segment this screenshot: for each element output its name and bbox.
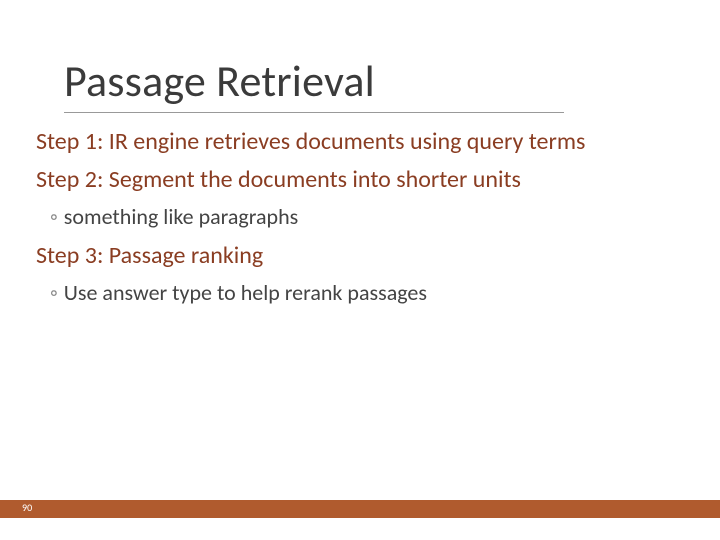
step-3: Step 3: Passage ranking <box>36 241 684 271</box>
bullet-icon: ◦ <box>50 203 58 230</box>
step-3-sub: ◦Use answer type to help rerank passages <box>50 279 684 307</box>
step-3-sub-text: Use answer type to help rerank passages <box>64 279 427 306</box>
footer-accent-bar <box>0 500 720 518</box>
step-1: Step 1: IR engine retrieves documents us… <box>36 127 684 157</box>
slide-title: Passage Retrieval <box>64 54 564 113</box>
step-2: Step 2: Segment the documents into short… <box>36 165 684 195</box>
step-2-sub-text: something like paragraphs <box>64 203 298 230</box>
slide-container: Passage Retrieval Step 1: IR engine retr… <box>0 0 720 540</box>
page-number: 90 <box>22 501 32 514</box>
step-2-sub: ◦something like paragraphs <box>50 203 684 231</box>
bullet-icon: ◦ <box>50 279 58 306</box>
